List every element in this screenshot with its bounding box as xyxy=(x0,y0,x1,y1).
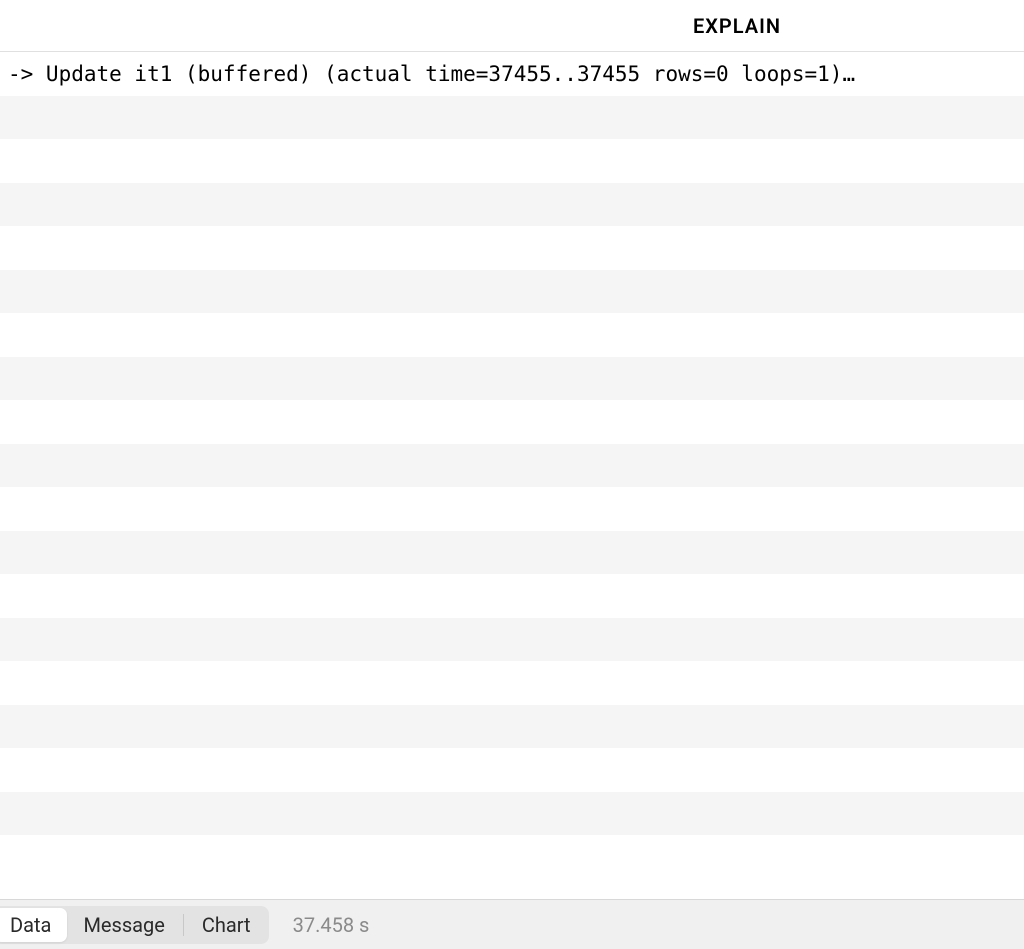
table-row[interactable] xyxy=(0,313,1024,357)
results-header: EXPLAIN xyxy=(0,0,1024,52)
table-row[interactable] xyxy=(0,487,1024,531)
column-header-explain[interactable]: EXPLAIN xyxy=(693,14,781,38)
table-row[interactable] xyxy=(0,139,1024,183)
table-row[interactable]: -> Update it1 (buffered) (actual time=37… xyxy=(0,52,1024,96)
table-row[interactable] xyxy=(0,574,1024,618)
table-row[interactable] xyxy=(0,835,1024,879)
tab-message[interactable]: Message xyxy=(67,908,180,942)
table-row[interactable] xyxy=(0,183,1024,227)
elapsed-time: 37.458 s xyxy=(293,913,370,937)
view-tabs: Data Message Chart xyxy=(0,906,269,944)
tab-chart[interactable]: Chart xyxy=(186,908,267,942)
tab-data[interactable]: Data xyxy=(0,908,67,942)
tab-divider xyxy=(183,914,184,936)
table-row[interactable] xyxy=(0,531,1024,575)
table-row[interactable] xyxy=(0,357,1024,401)
table-row[interactable] xyxy=(0,792,1024,836)
table-row[interactable] xyxy=(0,96,1024,140)
table-row[interactable] xyxy=(0,400,1024,444)
table-row[interactable] xyxy=(0,226,1024,270)
results-grid[interactable]: -> Update it1 (buffered) (actual time=37… xyxy=(0,52,1024,899)
footer-bar: Data Message Chart 37.458 s xyxy=(0,899,1024,949)
table-row[interactable] xyxy=(0,618,1024,662)
table-row[interactable] xyxy=(0,444,1024,488)
table-row[interactable] xyxy=(0,270,1024,314)
table-row[interactable] xyxy=(0,661,1024,705)
table-row[interactable] xyxy=(0,748,1024,792)
table-row[interactable] xyxy=(0,705,1024,749)
